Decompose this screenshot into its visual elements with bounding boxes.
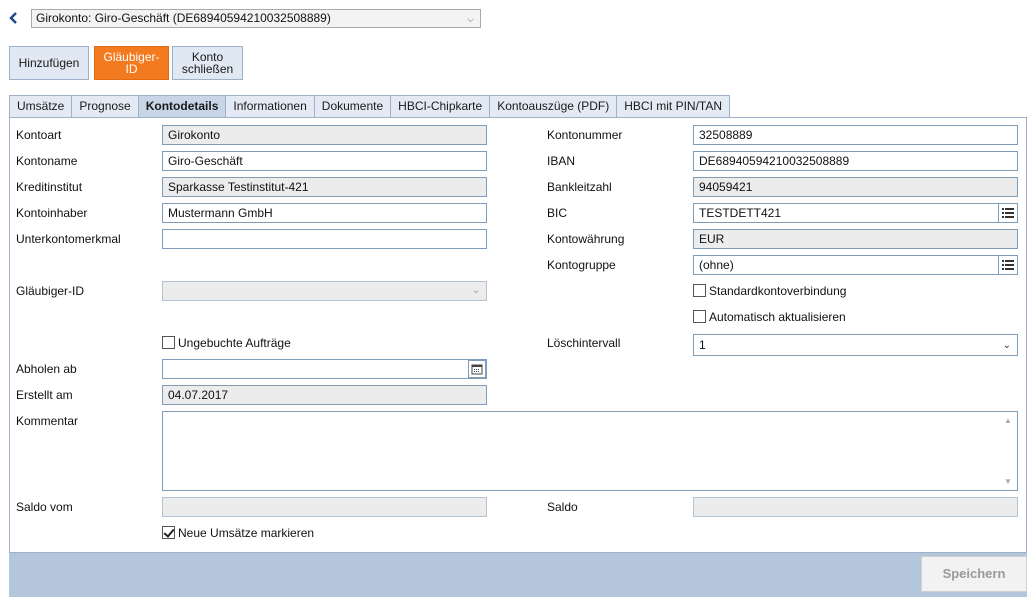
loeschintervall-select[interactable]: 1 ⌄ — [693, 334, 1018, 356]
loeschintervall-label: Löschintervall — [547, 336, 621, 350]
kontogruppe-field[interactable]: (ohne) — [693, 255, 999, 275]
tab-hbci-pin-tan[interactable]: HBCI mit PIN/TAN — [616, 95, 731, 118]
tab-prognose[interactable]: Prognose — [71, 95, 138, 118]
kontonummer-field[interactable]: 32508889 — [693, 125, 1018, 145]
ungebuchte-checkbox[interactable] — [162, 336, 175, 349]
kontoart-label: Kontoart — [16, 128, 62, 142]
tab-informationen[interactable]: Informationen — [225, 95, 314, 118]
saldo-vom-field — [162, 497, 487, 517]
tab-hbci-chipkarte[interactable]: HBCI-Chipkarte — [390, 95, 490, 118]
calendar-button[interactable] — [468, 360, 486, 378]
kreditinstitut-field: Sparkasse Testinstitut-421 — [162, 177, 487, 197]
bankleitzahl-field: 94059421 — [693, 177, 1018, 197]
add-button-label: Hinzufügen — [18, 56, 80, 70]
kontowaehrung-label: Kontowährung — [547, 232, 625, 246]
iban-label: IBAN — [547, 154, 576, 168]
kontoart-field: Girokonto — [162, 125, 487, 145]
save-button[interactable]: Speichern — [921, 556, 1027, 592]
kontoname-label: Kontoname — [16, 154, 78, 168]
chevron-down-icon: ⌄ — [471, 285, 480, 296]
list-icon — [1002, 208, 1014, 218]
kommentar-label: Kommentar — [16, 414, 79, 428]
account-select-value: Girokonto: Giro-Geschäft (DE689405942100… — [36, 11, 331, 25]
bic-field[interactable]: TESTDETT421 — [693, 203, 999, 223]
chevron-down-icon: ⌄ — [1002, 340, 1011, 351]
tab-dokumente[interactable]: Dokumente — [313, 95, 391, 118]
glaeubiger-id-label: Gläubiger-ID — [16, 284, 85, 298]
creditor-id-button[interactable]: Gläubiger- ID — [94, 46, 169, 80]
glaeubiger-id-select[interactable]: ⌄ — [162, 281, 487, 301]
kontoname-field[interactable]: Giro-Geschäft — [162, 151, 487, 171]
kommentar-scrollbar[interactable]: ▲ ▼ — [1000, 412, 1017, 490]
creditor-id-button-label-2: ID — [125, 62, 138, 76]
scroll-down-icon: ▼ — [1004, 477, 1012, 486]
tab-kontoauszuege[interactable]: Kontoauszüge (PDF) — [489, 95, 617, 118]
auto-aktualisieren-checkbox[interactable] — [693, 310, 706, 323]
tab-bar: Umsätze Prognose Kontodetails Informatio… — [9, 95, 731, 118]
loeschintervall-value: 1 — [699, 338, 706, 352]
kontoinhaber-field[interactable]: Mustermann GmbH — [162, 203, 487, 223]
list-icon — [1002, 260, 1014, 270]
kontonummer-label: Kontonummer — [547, 128, 623, 142]
kontowaehrung-field: EUR — [693, 229, 1018, 249]
back-button[interactable] — [8, 10, 22, 28]
erstellt-am-field: 04.07.2017 — [162, 385, 487, 405]
saldo-label: Saldo — [547, 500, 578, 514]
calendar-icon — [471, 364, 483, 375]
saldo-vom-label: Saldo vom — [16, 500, 73, 514]
kommentar-textarea[interactable]: ▲ ▼ — [162, 411, 1018, 491]
kontoinhaber-label: Kontoinhaber — [16, 206, 88, 220]
add-button[interactable]: Hinzufügen — [9, 46, 89, 80]
footer-bar — [9, 553, 1027, 597]
bankleitzahl-label: Bankleitzahl — [547, 180, 612, 194]
neue-umsaetze-checkbox[interactable] — [162, 526, 175, 539]
ungebuchte-label: Ungebuchte Aufträge — [178, 336, 291, 350]
bic-label: BIC — [547, 206, 568, 220]
erstellt-am-label: Erstellt am — [16, 388, 73, 402]
kontogruppe-label: Kontogruppe — [547, 258, 616, 272]
bic-list-button[interactable] — [998, 203, 1018, 223]
tab-umsaetze[interactable]: Umsätze — [9, 95, 72, 118]
chevron-left-icon — [9, 12, 17, 24]
standardkonto-label: Standardkontoverbindung — [709, 284, 847, 298]
chevron-down-icon: ⌵ — [467, 14, 474, 24]
auto-aktualisieren-label: Automatisch aktualisieren — [709, 310, 846, 324]
iban-field[interactable]: DE68940594210032508889 — [693, 151, 1018, 171]
unterkontomerkmal-label: Unterkontomerkmal — [16, 232, 121, 246]
unterkontomerkmal-field[interactable] — [162, 229, 487, 249]
neue-umsaetze-label: Neue Umsätze markieren — [178, 526, 315, 540]
tab-kontodetails[interactable]: Kontodetails — [137, 95, 226, 118]
saldo-field — [693, 497, 1018, 517]
standardkonto-checkbox[interactable] — [693, 284, 706, 297]
kontogruppe-list-button[interactable] — [998, 255, 1018, 275]
kreditinstitut-label: Kreditinstitut — [16, 180, 83, 194]
abholen-ab-field[interactable] — [162, 359, 487, 379]
close-account-button[interactable]: Konto schließen — [172, 46, 243, 80]
account-select[interactable]: Girokonto: Giro-Geschäft (DE689405942100… — [31, 9, 481, 28]
close-account-label-2: schließen — [181, 62, 234, 76]
scroll-up-icon: ▲ — [1004, 416, 1012, 425]
abholen-ab-label: Abholen ab — [16, 362, 77, 376]
